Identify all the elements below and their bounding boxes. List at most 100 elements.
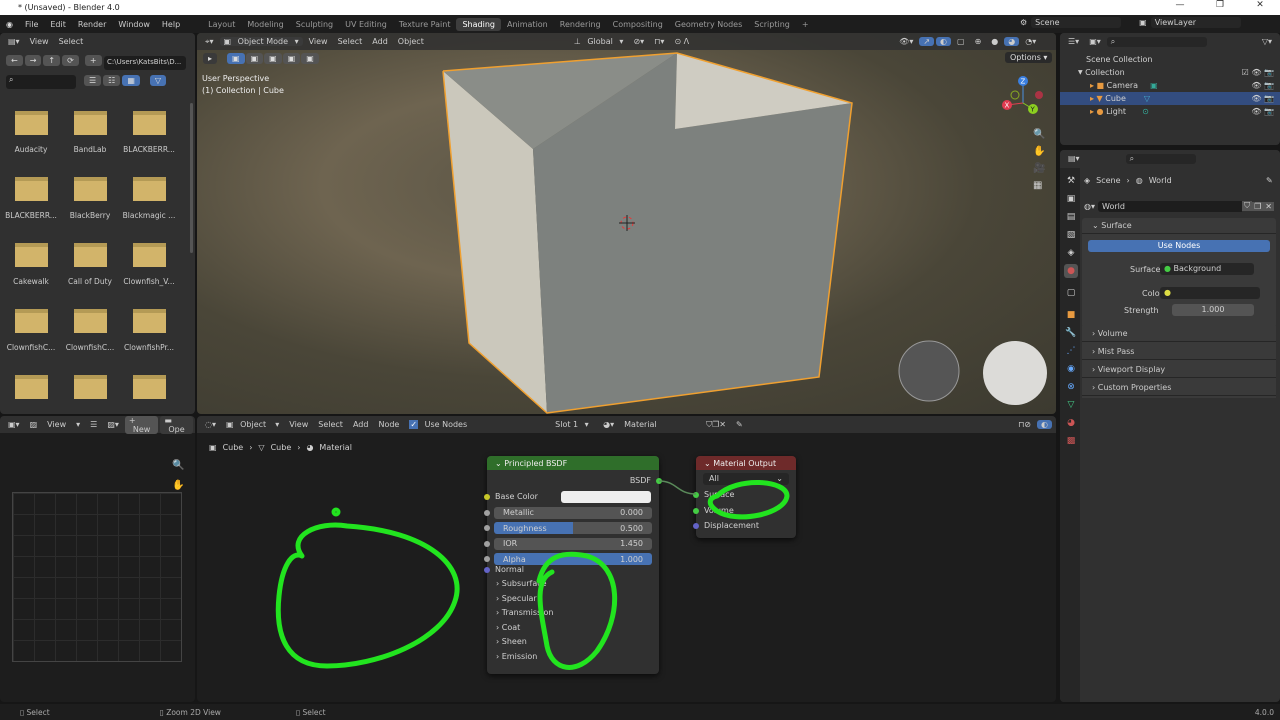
socket[interactable]	[484, 556, 490, 562]
forward-button[interactable]: →	[24, 55, 42, 66]
3d-viewport[interactable]: ⌖▾ ▣ Object Mode ▾ View Select Add Objec…	[197, 33, 1056, 414]
breadcrumb-world[interactable]: World	[1149, 176, 1172, 185]
menu-node[interactable]: Node	[374, 420, 403, 429]
menu-view[interactable]: View	[26, 37, 53, 46]
menu-render[interactable]: Render	[72, 20, 112, 29]
menu-window[interactable]: Window	[112, 20, 156, 29]
panel-emission[interactable]: › Emission	[487, 650, 659, 663]
panel-specular[interactable]: › Specular	[487, 592, 659, 605]
tab-shading[interactable]: Shading	[456, 17, 501, 31]
socket[interactable]	[484, 525, 490, 531]
folder-item[interactable]: ClownfishPr...	[119, 309, 179, 352]
minimize-button[interactable]: —	[1160, 0, 1200, 10]
refresh-button[interactable]: ⟳	[62, 55, 79, 66]
tab-scripting[interactable]: Scripting	[748, 18, 796, 31]
duplicate-icon[interactable]: ❐	[1252, 201, 1264, 211]
open-image-button[interactable]: ▬ Ope	[160, 416, 193, 434]
surface-panel-header[interactable]: ⌄ Surface	[1082, 218, 1276, 234]
socket[interactable]	[484, 509, 490, 516]
unlink-icon[interactable]: ✕	[1263, 201, 1274, 211]
folder-item[interactable]: Blackmagic ...	[119, 177, 179, 220]
new-folder-button[interactable]: +	[84, 55, 102, 66]
folder-item[interactable]: ClownfishC...	[60, 309, 120, 352]
scene-selector[interactable]: Scene	[1031, 17, 1122, 28]
panel-coat[interactable]: › Coat	[487, 621, 659, 634]
constraints-tab-icon[interactable]: ⊗	[1064, 380, 1078, 394]
folder-item[interactable]: Clownfish_V...	[119, 243, 179, 286]
horizontal-list-view-button[interactable]: ☷	[103, 75, 121, 86]
world-browse-icon[interactable]: ◍▾	[1084, 202, 1095, 211]
zoom-icon[interactable]: 🔍	[1033, 129, 1045, 140]
view-mode-icon[interactable]: ▨	[26, 420, 42, 429]
outliner-item-light[interactable]: ▸ ● Light ⊙ 👁 📷	[1060, 105, 1280, 118]
panel-subsurface[interactable]: › Subsurface	[487, 577, 659, 590]
socket[interactable]	[484, 540, 490, 547]
base-color-field[interactable]	[561, 490, 651, 503]
search-input[interactable]: ⌕	[6, 75, 76, 89]
thumbnail-view-button[interactable]: ▦	[122, 75, 140, 86]
zoom-icon[interactable]: 🔍	[172, 460, 184, 471]
path-field[interactable]: C:\Users\KatsBits\D...	[104, 56, 186, 70]
collection-tab-icon[interactable]: ▢	[1064, 286, 1078, 300]
data-tab-icon[interactable]: ▽	[1064, 398, 1078, 412]
overlay-toggle[interactable]: ◐	[1037, 420, 1052, 429]
mist-pass-panel[interactable]: › Mist Pass	[1082, 344, 1276, 360]
folder-item[interactable]: Audacity	[1, 111, 61, 154]
visibility-icon[interactable]: 👁 📷	[1251, 94, 1280, 103]
object-tab-icon[interactable]: ■	[1064, 308, 1078, 322]
menu-select[interactable]: Select	[314, 420, 347, 429]
outliner-search[interactable]: ⌕	[1106, 36, 1207, 47]
back-button[interactable]: ←	[6, 55, 23, 66]
folder-item[interactable]: Cakewalk	[1, 243, 61, 286]
editor-type-icon[interactable]: ▣▾	[4, 420, 24, 429]
menu-view[interactable]: View	[43, 420, 70, 429]
pin-icon[interactable]: ✎	[1266, 176, 1273, 185]
view-layer-icon[interactable]: ▣	[1139, 18, 1147, 27]
slot-selector[interactable]: Slot 1 ▾	[547, 420, 597, 429]
folder-item[interactable]: BLACKBERR...	[119, 111, 179, 154]
tab-compositing[interactable]: Compositing	[607, 18, 669, 31]
material-output-node[interactable]: ⌄ Material Output All ⌄ Surface Volume Di…	[693, 456, 796, 538]
use-nodes-checkbox[interactable]: ✓ Use Nodes	[405, 420, 475, 429]
bsdf-output-socket[interactable]	[656, 477, 662, 484]
close-button[interactable]: ✕	[1240, 0, 1280, 10]
tab-sculpting[interactable]: Sculpting	[290, 18, 339, 31]
pan-hand-icon[interactable]: ✋	[172, 480, 184, 491]
texture-tab-icon[interactable]: ▩	[1064, 434, 1078, 448]
displacement-input-socket[interactable]	[693, 522, 699, 529]
filter-icon[interactable]: ▽▾	[1258, 37, 1276, 46]
pan-hand-icon[interactable]: ✋	[1033, 146, 1045, 157]
volume-panel[interactable]: › Volume	[1082, 326, 1276, 342]
physics-tab-icon[interactable]: ◉	[1064, 362, 1078, 376]
ortho-grid-icon[interactable]: ▦	[1033, 180, 1045, 191]
view-layer-tab-icon[interactable]: ▧	[1064, 228, 1078, 242]
view-layer-selector[interactable]: ViewLayer	[1150, 17, 1241, 28]
menu-file[interactable]: File	[19, 20, 44, 29]
world-tab-icon[interactable]: ●	[1064, 264, 1078, 278]
particles-tab-icon[interactable]: ⋰	[1064, 344, 1078, 358]
color-field[interactable]: ●	[1160, 287, 1260, 299]
collection-row[interactable]: ▼ Collection ☑ 👁 📷	[1060, 66, 1280, 79]
image-browse-icon[interactable]: ▨▾	[103, 420, 123, 429]
tab-layout[interactable]: Layout	[202, 18, 241, 31]
folder-item[interactable]: Call of Duty	[60, 243, 120, 286]
object-selector[interactable]: ▣ Object ▾	[222, 420, 283, 429]
panel-sheen[interactable]: › Sheen	[487, 635, 659, 648]
breadcrumb-scene[interactable]: Scene	[1096, 176, 1120, 185]
fake-user-icon[interactable]: ⛉	[1242, 201, 1253, 211]
ior-slider[interactable]: IOR 1.450	[494, 537, 652, 550]
menu-view[interactable]: View	[285, 420, 312, 429]
filter-button[interactable]: ▽	[149, 75, 167, 86]
target-selector[interactable]: All ⌄	[703, 473, 789, 485]
new-image-button[interactable]: + New	[124, 416, 159, 434]
folder-item[interactable]	[1, 375, 61, 409]
folder-item[interactable]: BlackBerry	[60, 177, 120, 220]
render-tab-icon[interactable]: ▣	[1064, 192, 1078, 206]
editor-type-icon[interactable]: ☰▾	[1064, 37, 1083, 46]
volume-input-socket[interactable]	[693, 507, 699, 514]
menu-edit[interactable]: Edit	[44, 20, 72, 29]
editor-type-icon[interactable]: ▤▾	[1064, 154, 1084, 163]
menu-select[interactable]: Select	[55, 37, 88, 46]
scene-tab-icon[interactable]: ◈	[1064, 246, 1078, 260]
fake-user-icon[interactable]: ⛉❐✕	[702, 420, 730, 430]
